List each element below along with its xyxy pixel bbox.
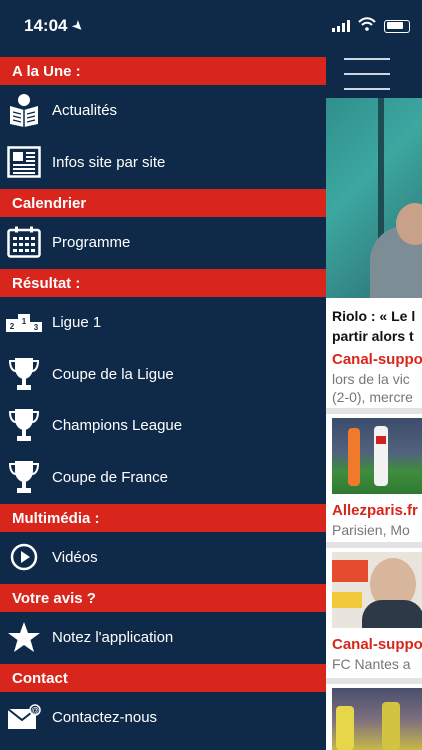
svg-text:2: 2 <box>10 322 15 331</box>
mail-icon: @ <box>6 699 42 735</box>
article-thumbnail <box>332 552 422 628</box>
menu-item-notez-application[interactable]: Notez l'application <box>0 613 326 661</box>
article-card[interactable]: Riolo : « Le l partir alors t Canal-supp… <box>326 298 422 408</box>
article-snippet: lors de la vic <box>332 371 410 387</box>
menu-item-videos[interactable]: Vidéos <box>0 533 326 581</box>
menu-item-coupe-de-la-ligue[interactable]: Coupe de la Ligue <box>0 350 326 398</box>
section-header-multimedia: Multimédia : <box>0 504 326 532</box>
menu-item-label: Actualités <box>52 101 118 119</box>
article-card[interactable]: Canal-suppo FC Nantes a <box>326 548 422 678</box>
article-snippet: (2-0), mercre <box>332 389 413 405</box>
article-source: Allezparis.fr <box>332 502 418 519</box>
menu-item-ligue-1[interactable]: 2 1 3 Ligue 1 <box>0 298 326 346</box>
article-thumbnail <box>332 688 422 750</box>
section-header-contact: Contact <box>0 664 326 692</box>
hamburger-menu-icon[interactable] <box>326 52 422 98</box>
menu-item-champions-league[interactable]: Champions League <box>0 401 326 449</box>
menu-item-label: Vidéos <box>52 548 98 566</box>
menu-item-label: Champions League <box>52 416 183 434</box>
side-menu: 14:04 ➤ A la Une : Actualités Infos site… <box>0 0 326 750</box>
trophy-icon <box>6 407 42 443</box>
section-header-a-la-une: A la Une : <box>0 57 326 85</box>
star-icon <box>6 619 42 655</box>
trophy-icon <box>6 459 42 495</box>
article-headline: Riolo : « Le l <box>332 308 416 324</box>
trophy-icon <box>6 356 42 392</box>
calendar-icon <box>6 224 42 260</box>
menu-item-label: Coupe de France <box>52 468 168 486</box>
navigation-bar <box>326 52 422 98</box>
battery-icon <box>384 19 410 33</box>
status-icons <box>326 0 422 52</box>
signal-icon <box>332 20 350 32</box>
article-card[interactable]: Allezparis.fr Parisien, Mo <box>326 414 422 542</box>
menu-item-actualites[interactable]: Actualités <box>0 86 326 134</box>
main-content: Riolo : « Le l partir alors t Canal-supp… <box>326 0 422 750</box>
hero-image[interactable] <box>326 98 422 316</box>
menu-item-programme[interactable]: Programme <box>0 218 326 266</box>
svg-text:1: 1 <box>22 317 27 326</box>
wifi-icon <box>358 16 376 36</box>
menu-item-label: Contactez-nous <box>52 708 158 726</box>
menu-item-coupe-de-france[interactable]: Coupe de France <box>0 453 326 501</box>
menu-item-infos-site[interactable]: Infos site par site <box>0 138 326 186</box>
section-header-resultat: Résultat : <box>0 269 326 297</box>
menu-item-label: Programme <box>52 233 131 251</box>
article-snippet: FC Nantes a <box>332 656 411 672</box>
svg-text:@: @ <box>31 706 39 715</box>
svg-text:3: 3 <box>34 323 39 332</box>
article-source: Canal-suppo <box>332 351 422 368</box>
play-icon <box>6 539 42 575</box>
newspaper-icon <box>6 144 42 180</box>
status-bar: 14:04 ➤ <box>0 0 326 52</box>
article-card[interactable] <box>326 684 422 750</box>
newspaper-reader-icon <box>6 92 42 128</box>
article-headline: partir alors t <box>332 328 414 344</box>
menu-item-label: Infos site par site <box>52 153 166 171</box>
podium-icon: 2 1 3 <box>6 304 42 340</box>
status-time: 14:04 <box>24 16 68 35</box>
section-header-votre-avis: Votre avis ? <box>0 584 326 612</box>
location-arrow-icon: ➤ <box>70 17 88 35</box>
article-snippet: Parisien, Mo <box>332 522 410 538</box>
menu-item-contactez-nous[interactable]: @ Contactez-nous <box>0 693 326 741</box>
menu-item-label: Coupe de la Ligue <box>52 365 174 383</box>
article-source: Canal-suppo <box>332 636 422 653</box>
menu-item-label: Ligue 1 <box>52 313 102 331</box>
article-thumbnail <box>332 418 422 494</box>
menu-item-label: Notez l'application <box>52 628 174 646</box>
section-header-calendrier: Calendrier <box>0 189 326 217</box>
